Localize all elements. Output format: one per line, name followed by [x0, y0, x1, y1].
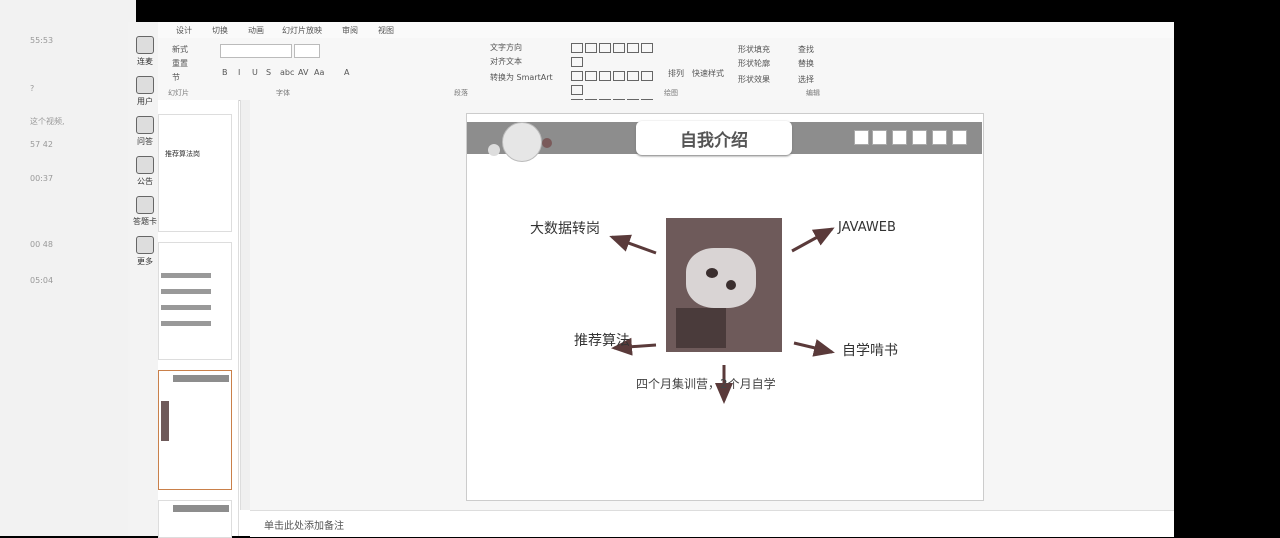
slide-thumbnail[interactable]	[158, 242, 232, 360]
tool-more[interactable]: 更多	[132, 236, 158, 267]
shapes-gallery[interactable]	[570, 42, 656, 109]
mic-icon	[136, 36, 154, 54]
ribbon: 新式 重置 节 幻灯片 B I U S abc AV Aa A 字体 文字方向 …	[158, 38, 1174, 109]
slide-thumbnail[interactable]	[158, 500, 232, 538]
arrows-layer	[609, 227, 835, 404]
abc-button[interactable]: abc	[280, 68, 294, 77]
align-text-button[interactable]: 对齐文本	[490, 56, 522, 67]
live-tools-bar: 连麦 用户 问答 公告 答题卡 更多	[128, 22, 158, 536]
chat-line: 57 42	[30, 140, 53, 149]
select-button[interactable]: 选择	[798, 74, 814, 85]
tool-label: 公告	[137, 177, 153, 186]
arrow-self-study	[793, 339, 835, 357]
shape-effects-button[interactable]: 形状效果	[738, 74, 770, 85]
font-name-box[interactable]	[220, 44, 292, 58]
italic-button[interactable]: I	[238, 68, 240, 77]
group-label: 绘图	[664, 89, 678, 97]
tool-user[interactable]: 用户	[132, 76, 158, 107]
text-direction-button[interactable]: 文字方向	[490, 42, 522, 53]
font-color-button[interactable]: A	[344, 68, 349, 77]
tool-mic[interactable]: 连麦	[132, 36, 158, 67]
new-slide-button[interactable]: 新式	[172, 44, 188, 55]
question-icon	[136, 116, 154, 134]
group-label: 字体	[276, 89, 290, 97]
tool-answer-card[interactable]: 答题卡	[132, 196, 158, 227]
find-button[interactable]: 查找	[798, 44, 814, 55]
chat-line: 00:37	[30, 174, 54, 183]
label-javaweb[interactable]: JAVAWEB	[838, 220, 896, 235]
case-button[interactable]: Aa	[314, 68, 324, 77]
reset-button[interactable]: 重置	[172, 58, 188, 69]
shape-fill-button[interactable]: 形状填充	[738, 44, 770, 55]
spacing-button[interactable]: AV	[298, 68, 308, 77]
tool-label: 连麦	[137, 57, 153, 66]
top-black-bar	[136, 0, 1174, 22]
label-training[interactable]: 四个月集训营，2个月自学	[636, 376, 786, 392]
chat-line: 00 48	[30, 240, 53, 249]
smartart-button[interactable]: 转换为 SmartArt	[490, 72, 553, 83]
notes-placeholder[interactable]: 单击此处添加备注	[264, 517, 344, 532]
announcement-icon	[136, 156, 154, 174]
chat-line: 05:04	[30, 276, 54, 285]
tool-label: 更多	[137, 257, 153, 266]
user-icon	[136, 76, 154, 94]
chat-line: 这个视频,	[30, 117, 65, 126]
chat-panel: 55:53 ? 这个视频, 57 42 00:37 00 48 05:04	[0, 0, 136, 536]
chat-line: ?	[30, 84, 35, 93]
tool-label: 问答	[137, 137, 153, 146]
thumbnail-text: 推荐算法岗	[165, 150, 200, 158]
group-label: 编辑	[806, 89, 820, 97]
arrange-button[interactable]: 排列	[668, 68, 684, 79]
tab-view[interactable]: 视图	[378, 25, 394, 36]
slide-thumbnail[interactable]: 推荐算法岗	[158, 114, 232, 232]
replace-button[interactable]: 替换	[798, 58, 814, 69]
answer-card-icon	[136, 196, 154, 214]
quick-styles-button[interactable]: 快速样式	[692, 68, 724, 79]
tab-slideshow[interactable]: 幻灯片放映	[282, 25, 322, 36]
font-size-box[interactable]	[294, 44, 320, 58]
label-big-data[interactable]: 大数据转岗	[530, 218, 600, 238]
tab-design[interactable]: 设计	[176, 25, 192, 36]
shape-outline-button[interactable]: 形状轮廓	[738, 58, 770, 69]
label-self-study[interactable]: 自学啃书	[842, 340, 898, 360]
label-recommend[interactable]: 推荐算法	[574, 330, 630, 350]
tool-announcement[interactable]: 公告	[132, 156, 158, 187]
right-dark-area	[1174, 0, 1280, 536]
arrow-javaweb	[791, 227, 835, 253]
ribbon-tabs: 设计 切换 动画 幻灯片放映 审阅 视图	[158, 22, 1174, 38]
underline-button[interactable]: U	[252, 68, 258, 77]
group-label: 幻灯片	[168, 89, 189, 97]
group-label: 段落	[454, 89, 468, 97]
chat-line: 55:53	[30, 36, 54, 45]
section-button[interactable]: 节	[172, 72, 180, 83]
tab-transitions[interactable]: 切换	[212, 25, 228, 36]
tool-qa[interactable]: 问答	[132, 116, 158, 147]
bold-button[interactable]: B	[222, 68, 228, 77]
tab-animations[interactable]: 动画	[248, 25, 264, 36]
tool-label: 用户	[137, 97, 153, 106]
strike-button[interactable]: S	[266, 68, 271, 77]
slide-thumbnails-pane: 推荐算法岗	[158, 100, 239, 538]
tab-review[interactable]: 审阅	[342, 25, 358, 36]
tool-label: 答题卡	[133, 217, 157, 226]
notes-pane[interactable]	[250, 510, 1174, 537]
arrow-big-data	[609, 234, 657, 255]
slide-thumbnail-selected[interactable]	[158, 370, 232, 490]
more-icon	[136, 236, 154, 254]
